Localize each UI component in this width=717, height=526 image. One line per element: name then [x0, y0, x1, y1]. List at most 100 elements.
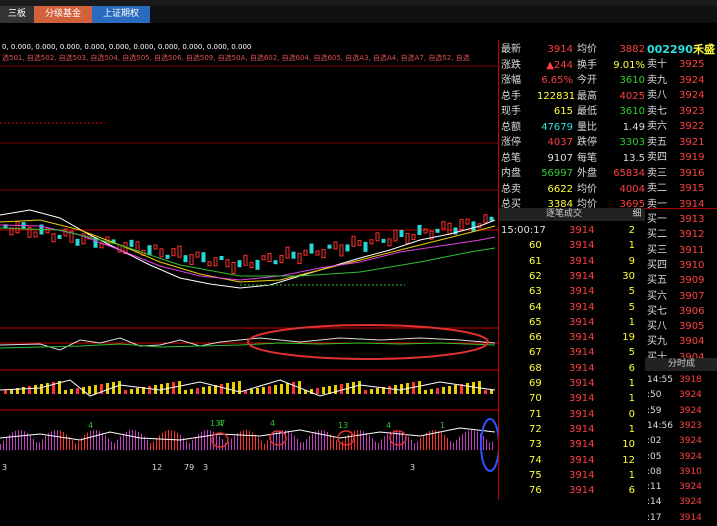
minute-price: 3924: [679, 497, 702, 508]
candle: [411, 233, 416, 240]
tick-row: 74 3914 12: [499, 453, 645, 468]
tab-sse-options[interactable]: 上证期权: [92, 6, 150, 23]
sell-order-row[interactable]: 卖六 3922: [645, 119, 717, 134]
candle: [117, 244, 122, 253]
sell-order-row[interactable]: 卖五 3921: [645, 135, 717, 150]
buy-order-row[interactable]: 买五 3909: [645, 273, 717, 288]
indicator-bar: [15, 430, 16, 450]
indicator-bar: [297, 438, 298, 450]
tick-time: 76: [529, 485, 542, 497]
candle: [15, 221, 20, 234]
minute-row: :59 3924: [645, 404, 717, 419]
volume-bar: [292, 382, 295, 394]
buy-order-row[interactable]: 买六 3907: [645, 289, 717, 304]
quote-label: 涨停: [501, 137, 521, 148]
quote-label: 总笔: [501, 152, 521, 164]
tab-graded-fund[interactable]: 分级基金: [34, 6, 92, 23]
tab-sanban[interactable]: 三板: [0, 6, 34, 23]
indicator-bar: [327, 432, 328, 450]
indicator-bar: [369, 435, 370, 450]
minute-price: 3924: [679, 405, 702, 416]
highlight-ellipse-5: [389, 430, 407, 446]
buy-order-row[interactable]: 买九 3904: [645, 334, 717, 349]
tick-row: 65 3914 1: [499, 315, 645, 330]
quote-value: 3882: [619, 44, 645, 55]
order-label: 买五: [647, 275, 667, 287]
order-price: 3906: [679, 305, 705, 317]
tick-volume: 1: [628, 316, 635, 328]
quote-panel: 002290 禾盛 最新 3914 均价 3882 涨跌 ▲244 换手 9.0…: [498, 40, 717, 523]
indicator-bar: [399, 430, 400, 450]
tick-price: 3914: [569, 423, 595, 435]
indicator-bar: [57, 430, 58, 450]
candle: [75, 238, 80, 246]
tick-price: 3914: [569, 301, 595, 313]
indicator-bar: [96, 430, 97, 450]
sell-order-row[interactable]: 卖九 3924: [645, 73, 717, 88]
candle: [351, 235, 356, 247]
candle: [231, 261, 236, 274]
tick-volume: 6: [628, 362, 635, 374]
candle: [207, 261, 212, 267]
sell-order-row[interactable]: 卖一 3914: [645, 197, 717, 212]
order-price: 3910: [679, 259, 705, 271]
indicator-bar: [129, 430, 130, 450]
sell-order-row[interactable]: 卖三 3916: [645, 166, 717, 181]
candle: [393, 229, 398, 242]
minute-time: :14: [647, 497, 662, 508]
buy-order-row[interactable]: 买四 3910: [645, 258, 717, 273]
buy-order-row[interactable]: 买八 3905: [645, 319, 717, 334]
indicator-bar: [123, 433, 124, 450]
quote-value: 6.65%: [541, 75, 573, 86]
tick-price: 3914: [569, 393, 595, 405]
minute-row: 14:55 3918: [645, 373, 717, 388]
tick-row: 69 3914 1: [499, 376, 645, 391]
indicator-bar: [12, 432, 13, 450]
tick-header-tab[interactable]: 细: [629, 208, 645, 221]
sub-label-4: 4: [386, 421, 391, 430]
candle: [459, 219, 464, 231]
indicator-bar: [396, 430, 397, 450]
order-label: 卖七: [647, 105, 667, 117]
candle: [255, 259, 260, 270]
sub-label-11: 4: [270, 419, 275, 428]
tick-row: 70 3914 1: [499, 391, 645, 406]
buy-order-row[interactable]: 买二 3912: [645, 227, 717, 242]
tick-header-title: 逐笔成交: [499, 208, 629, 221]
buy-order-row[interactable]: 买七 3906: [645, 304, 717, 319]
candle: [375, 232, 380, 242]
indicator-bar: [381, 439, 382, 450]
order-price: 3922: [679, 121, 705, 132]
tick-volume: 1: [628, 423, 635, 435]
tick-row: 67 3914 5: [499, 345, 645, 360]
indicator-bar: [294, 435, 295, 450]
indicator-bar: [336, 440, 337, 450]
quote-value: 56997: [541, 168, 573, 179]
indicator-bar: [441, 432, 442, 450]
minute-row: :02 3924: [645, 434, 717, 449]
sell-order-row[interactable]: 卖四 3919: [645, 150, 717, 165]
volume-bar: [232, 382, 235, 394]
order-label: 买四: [647, 259, 667, 271]
tick-volume: 12: [622, 454, 635, 466]
tick-time: 61: [529, 255, 542, 267]
sell-order-row[interactable]: 卖十 3925: [645, 57, 717, 72]
tick-time: 69: [529, 378, 542, 389]
buy-order-row[interactable]: 买一 3913: [645, 212, 717, 227]
kline-chart-area[interactable]: 0, 0.000, 0.000, 0.000, 0.000, 0.000, 0.…: [0, 40, 500, 500]
indicator-bar: [222, 439, 223, 450]
buy-order-row[interactable]: 买三 3911: [645, 243, 717, 258]
indicator-bar: [411, 439, 412, 450]
indicator-bar: [150, 443, 151, 450]
volume-bar: [484, 390, 487, 394]
candlesticks: [3, 214, 494, 274]
sell-order-row[interactable]: 卖八 3924: [645, 88, 717, 103]
sell-order-row[interactable]: 卖二 3915: [645, 181, 717, 196]
volume-bar: [94, 385, 97, 394]
sell-order-row[interactable]: 卖七 3923: [645, 104, 717, 119]
tick-volume: 1: [628, 469, 635, 481]
indicator-bar: [204, 430, 205, 450]
quote-label: 最新: [501, 44, 521, 55]
volume-bar: [466, 383, 469, 394]
candle: [171, 248, 176, 257]
